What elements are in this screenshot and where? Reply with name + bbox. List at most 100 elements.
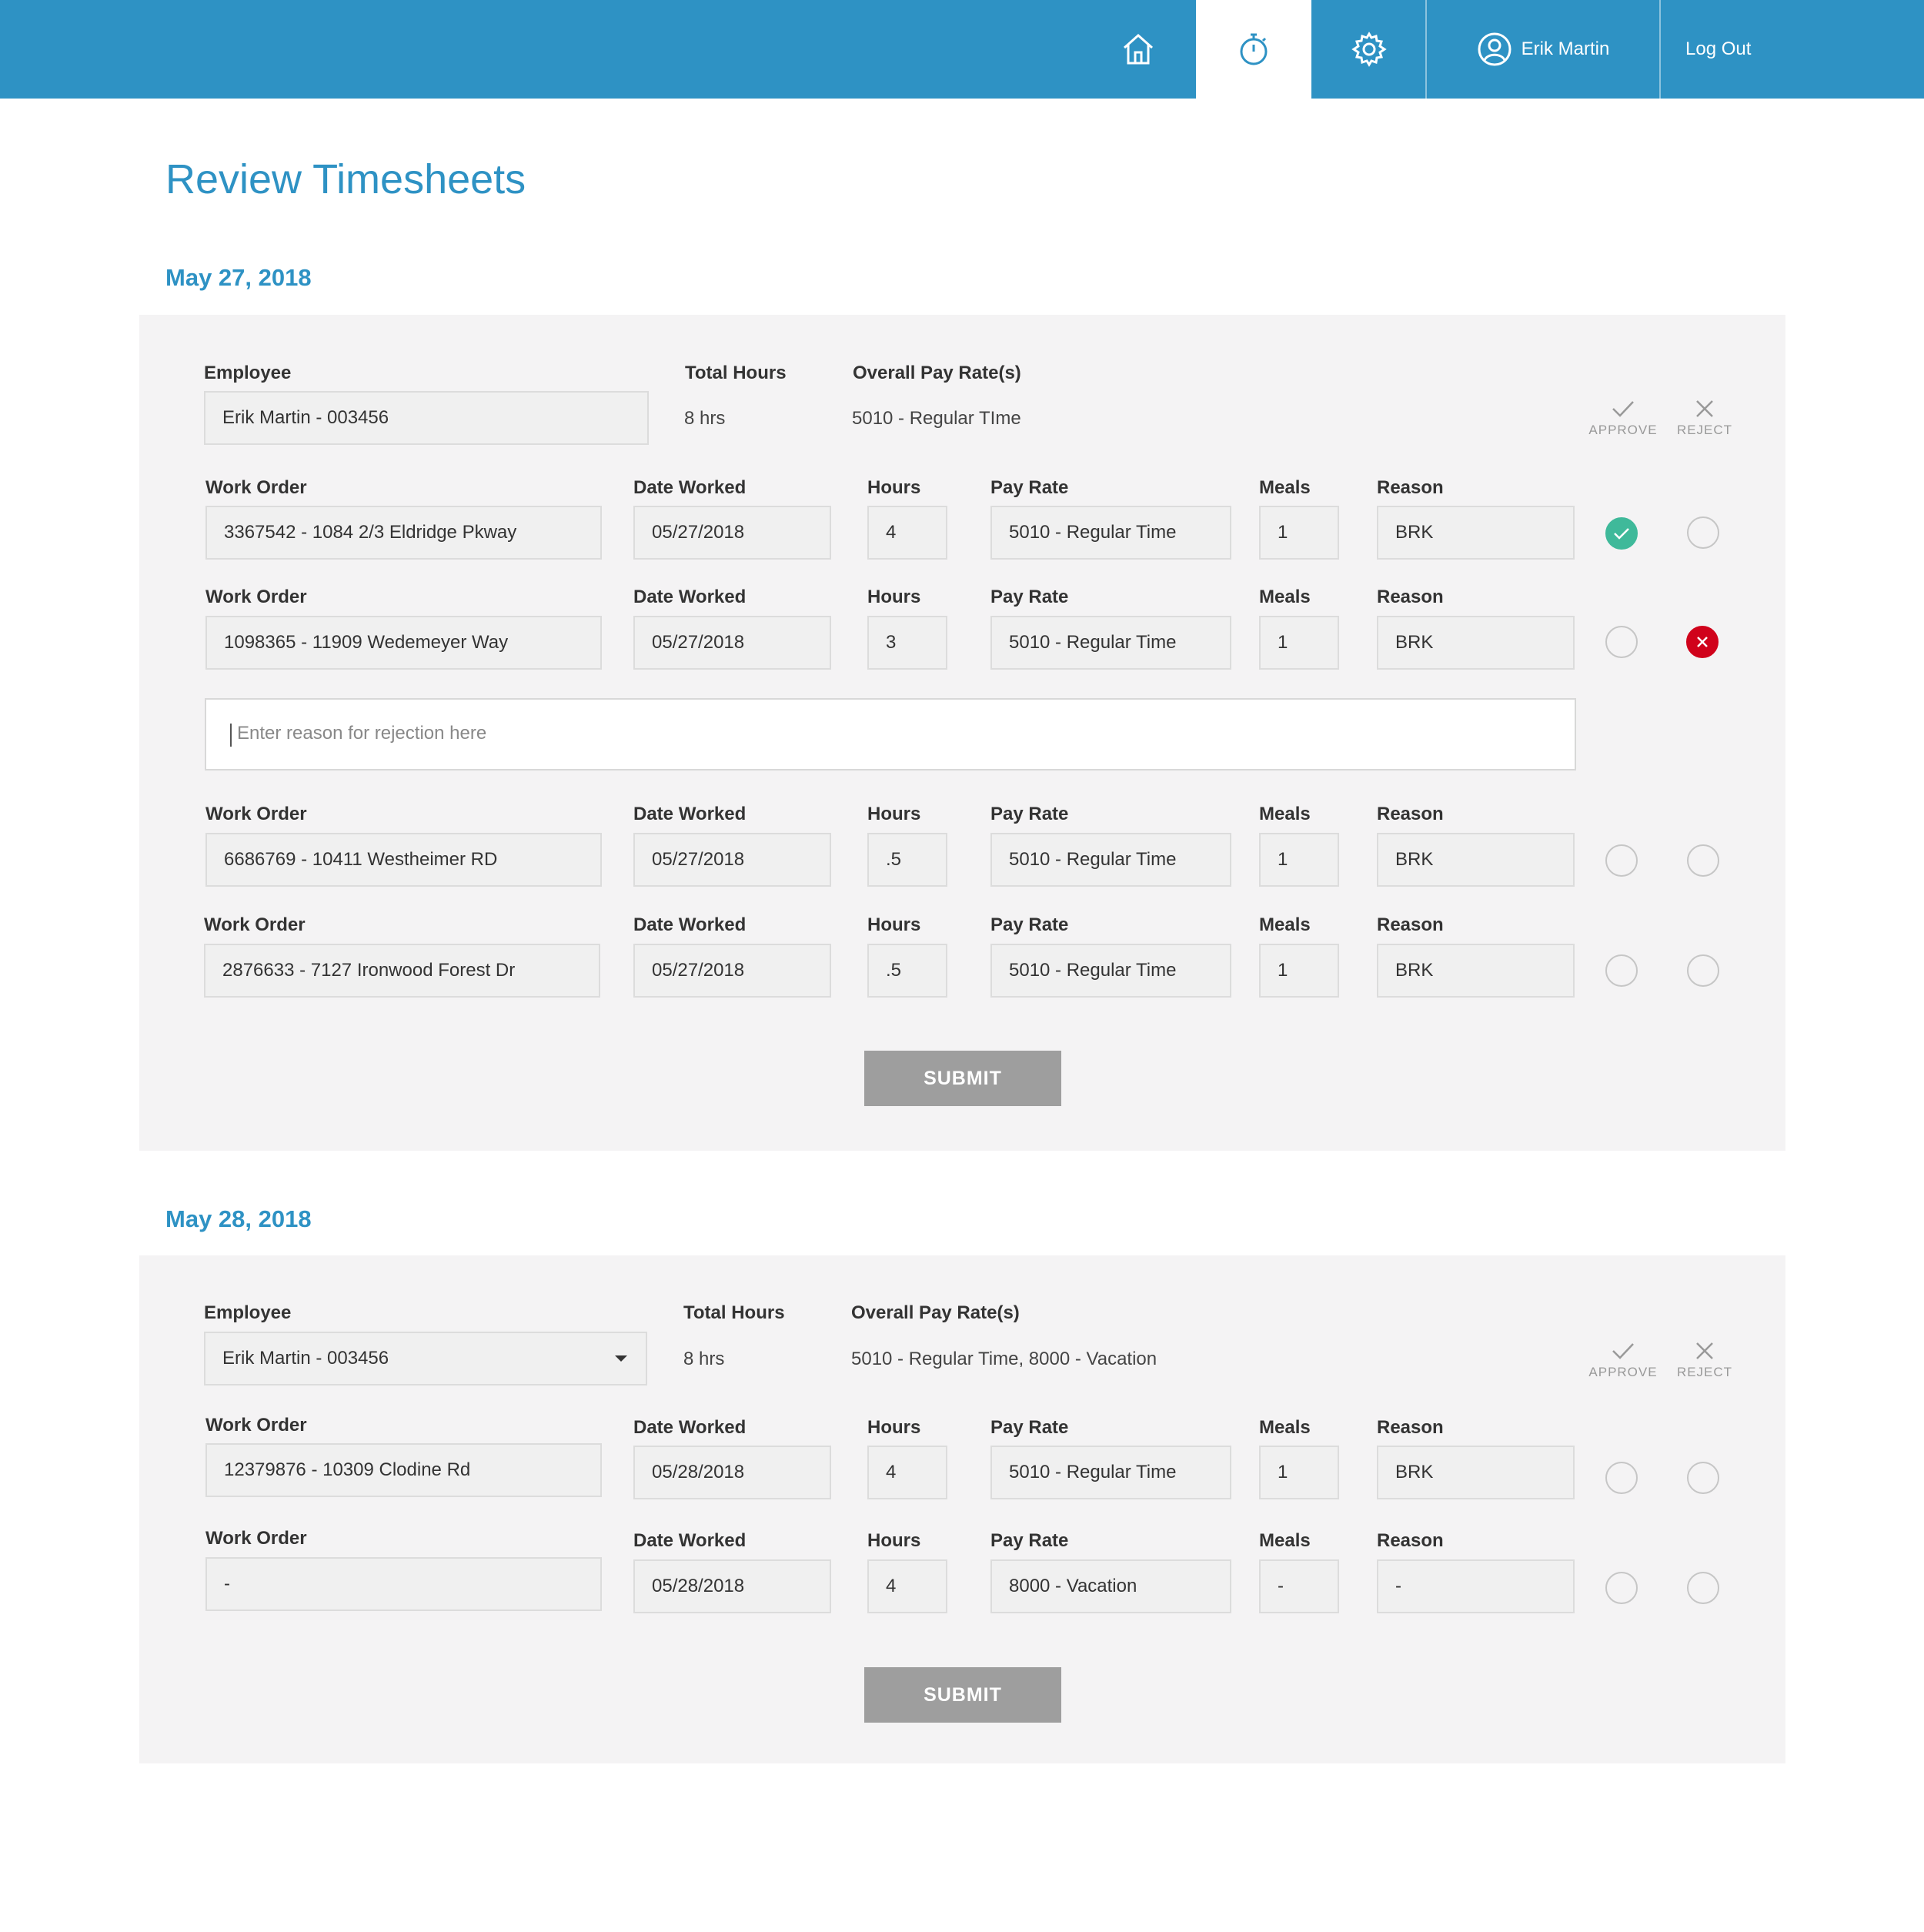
hours-field[interactable]: .5 [867,944,947,998]
hours-label: Hours [867,1417,921,1438]
date-worked-field[interactable]: 05/27/2018 [633,616,831,670]
text-cursor [230,724,232,747]
pay-rate-label: Pay Rate [990,1530,1069,1551]
reason-label: Reason [1377,914,1444,935]
approve-all-button[interactable]: APPROVE [1588,1342,1658,1380]
nav-home[interactable] [1081,0,1196,99]
reject-radio[interactable] [1687,1462,1719,1494]
reason-field[interactable]: BRK [1377,506,1575,560]
section-date: May 27, 2018 [165,264,312,291]
meals-field[interactable]: 1 [1259,1446,1339,1499]
approve-radio[interactable] [1605,1462,1638,1494]
reason-label: Reason [1377,804,1444,824]
overall-pay-rates-label: Overall Pay Rate(s) [851,1302,1020,1323]
close-icon [1696,1342,1713,1359]
reason-field[interactable]: BRK [1377,616,1575,670]
employee-label: Employee [204,363,292,383]
reason-label: Reason [1377,587,1444,607]
reason-field[interactable]: BRK [1377,833,1575,887]
date-worked-label: Date Worked [633,914,747,935]
submit-button[interactable]: SUBMIT [864,1051,1061,1106]
work-order-field[interactable]: 3367542 - 1084 2/3 Eldridge Pkway [205,506,602,560]
employee-dropdown-value: Erik Martin - 003456 [222,1348,389,1369]
nav-timesheets[interactable] [1196,0,1311,99]
page-title: Review Timesheets [165,156,526,202]
pay-rate-field[interactable]: 5010 - Regular Time [990,506,1231,560]
logout-label: Log Out [1685,38,1752,59]
reject-all-button[interactable]: REJECT [1670,399,1739,438]
reject-all-button[interactable]: REJECT [1670,1342,1739,1380]
chevron-down-icon [615,1355,627,1362]
date-worked-field[interactable]: 05/27/2018 [633,506,831,560]
submit-button[interactable]: SUBMIT [864,1667,1061,1723]
hours-field[interactable]: 3 [867,616,947,670]
meals-field[interactable]: 1 [1259,833,1339,887]
overall-pay-rates-label: Overall Pay Rate(s) [853,363,1021,383]
hours-label: Hours [867,914,921,935]
hours-field[interactable]: 4 [867,506,947,560]
check-icon [1612,401,1634,417]
approve-radio[interactable] [1605,517,1638,550]
close-icon [1697,637,1708,647]
work-order-field[interactable]: 12379876 - 10309 Clodine Rd [205,1443,602,1497]
reject-radio[interactable] [1687,844,1719,877]
date-worked-field[interactable]: 05/27/2018 [633,944,831,998]
employee-dropdown[interactable]: Erik Martin - 003456 [204,1332,647,1385]
rejection-reason-input[interactable]: Enter reason for rejection here [205,698,1576,770]
work-order-field[interactable]: 6686769 - 10411 Westheimer RD [205,833,602,887]
approve-radio[interactable] [1605,844,1638,877]
pay-rate-field[interactable]: 8000 - Vacation [990,1559,1231,1613]
approve-radio[interactable] [1605,626,1638,658]
meals-label: Meals [1259,587,1311,607]
approve-radio[interactable] [1605,1572,1638,1604]
meals-field[interactable]: - [1259,1559,1339,1613]
date-worked-field[interactable]: 05/28/2018 [633,1446,831,1499]
pay-rate-label: Pay Rate [990,914,1069,935]
reject-radio[interactable] [1687,954,1719,987]
nav-settings[interactable] [1311,0,1427,99]
work-order-field[interactable]: - [205,1557,602,1611]
pay-rate-label: Pay Rate [990,804,1069,824]
home-icon [1124,33,1153,65]
hours-label: Hours [867,1530,921,1551]
hours-field[interactable]: 4 [867,1446,947,1499]
date-worked-label: Date Worked [633,477,747,498]
work-order-field[interactable]: 1098365 - 11909 Wedemeyer Way [205,616,602,670]
user-name: Erik Martin [1521,38,1610,59]
logout-link[interactable]: Log Out [1661,0,1801,99]
reason-field[interactable]: - [1377,1559,1575,1613]
pay-rate-field[interactable]: 5010 - Regular Time [990,833,1231,887]
work-order-label: Work Order [205,587,307,607]
gear-icon [1351,32,1387,67]
pay-rate-field[interactable]: 5010 - Regular Time [990,944,1231,998]
reject-radio[interactable] [1687,516,1719,549]
date-worked-field[interactable]: 05/27/2018 [633,833,831,887]
pay-rate-label: Pay Rate [990,477,1069,498]
meals-field[interactable]: 1 [1259,944,1339,998]
date-worked-label: Date Worked [633,804,747,824]
hours-field[interactable]: .5 [867,833,947,887]
overall-pay-rates-value: 5010 - Regular Time, 8000 - Vacation [851,1349,1157,1369]
date-worked-field[interactable]: 05/28/2018 [633,1559,831,1613]
work-order-label: Work Order [204,914,306,935]
hours-field[interactable]: 4 [867,1559,947,1613]
employee-field[interactable]: Erik Martin - 003456 [204,391,649,445]
nav-user-profile[interactable]: Erik Martin [1427,0,1659,99]
reason-field[interactable]: BRK [1377,1446,1575,1499]
reject-radio[interactable] [1686,626,1719,658]
close-icon [1696,400,1713,417]
reject-radio[interactable] [1687,1572,1719,1604]
work-order-field[interactable]: 2876633 - 7127 Ironwood Forest Dr [204,944,600,998]
approve-all-button[interactable]: APPROVE [1588,399,1658,438]
pay-rate-field[interactable]: 5010 - Regular Time [990,1446,1231,1499]
hours-label: Hours [867,804,921,824]
reason-field[interactable]: BRK [1377,944,1575,998]
overall-pay-rates-value: 5010 - Regular TIme [852,408,1021,429]
meals-field[interactable]: 1 [1259,506,1339,560]
meals-field[interactable]: 1 [1259,616,1339,670]
timesheet-card: Employee Total Hours Overall Pay Rate(s)… [139,1255,1785,1763]
approve-radio[interactable] [1605,954,1638,987]
user-icon [1478,32,1511,66]
pay-rate-field[interactable]: 5010 - Regular Time [990,616,1231,670]
employee-label: Employee [204,1302,292,1323]
